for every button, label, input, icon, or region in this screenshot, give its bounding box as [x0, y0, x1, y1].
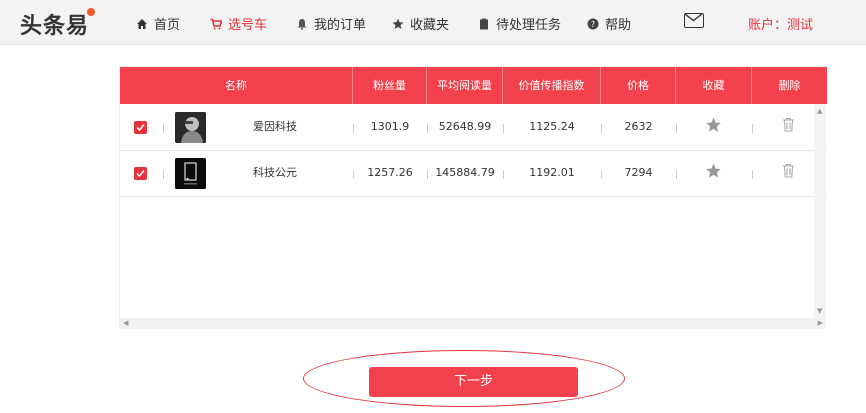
avg-read-count: 145884.79 — [435, 166, 495, 179]
column-separator — [676, 124, 677, 133]
account-link[interactable]: 账户：测试 — [748, 14, 813, 33]
nav-cart[interactable]: 选号车 — [210, 14, 267, 33]
scroll-left-arrow-icon[interactable]: ◀ — [123, 319, 128, 327]
scroll-down-arrow-icon[interactable]: ▼ — [817, 307, 822, 315]
favorite-star-icon[interactable] — [705, 163, 722, 179]
nav-pending-tasks-label: 待处理任务 — [496, 18, 562, 33]
table-row: 爱因科技 1301.9 52648.99 1125.24 2632 — [120, 104, 827, 151]
column-header-price: 价格 — [601, 67, 676, 104]
value-index: 1125.24 — [529, 120, 575, 133]
column-header-value-index: 价值传播指数 — [503, 67, 601, 104]
nav-help-label: 帮助 — [605, 18, 632, 33]
logo-text: 头条易 — [20, 14, 90, 39]
bell-icon — [297, 18, 307, 29]
nav-cart-label: 选号车 — [228, 18, 268, 33]
logo[interactable]: 头条易 — [20, 8, 96, 40]
nav-orders[interactable]: 我的订单 — [296, 14, 366, 33]
next-step-button[interactable]: 下一步 — [369, 367, 578, 397]
table-header: 名称 粉丝量 平均阅读量 价值传播指数 价格 收藏 删除 — [120, 67, 827, 104]
column-header-fans: 粉丝量 — [353, 67, 427, 104]
home-icon — [137, 18, 147, 29]
nav-favorites[interactable]: 收藏夹 — [392, 14, 449, 33]
price: 7294 — [624, 166, 653, 179]
nav-favorites-label: 收藏夹 — [410, 18, 450, 33]
svg-text:?: ? — [591, 20, 595, 29]
column-header-name: 名称 — [120, 67, 353, 104]
column-header-favorite: 收藏 — [676, 67, 752, 104]
column-header-delete: 删除 — [778, 79, 801, 92]
nav-orders-label: 我的订单 — [314, 18, 367, 33]
nav-pending-tasks[interactable]: 待处理任务 — [478, 14, 561, 33]
nav-help[interactable]: ? 帮助 — [587, 14, 631, 33]
vertical-scrollbar[interactable]: ▲ ▼ — [814, 104, 826, 318]
account-avatar — [175, 112, 206, 143]
logo-dot — [87, 8, 96, 16]
clipboard-icon — [480, 18, 488, 29]
column-separator — [752, 124, 753, 133]
fans-count: 1301.9 — [370, 120, 410, 133]
delete-trash-icon[interactable] — [782, 163, 795, 178]
favorite-star-icon[interactable] — [705, 117, 722, 133]
column-header-avg-read: 平均阅读量 — [427, 67, 503, 104]
scroll-up-arrow-icon[interactable]: ▲ — [817, 107, 822, 115]
delete-trash-icon[interactable] — [782, 117, 795, 132]
column-separator — [163, 124, 164, 133]
column-separator — [163, 170, 164, 179]
table-row: 科技公元 1257.26 145884.79 1192.01 7294 — [120, 150, 827, 197]
selected-accounts-table: 名称 粉丝量 平均阅读量 价值传播指数 价格 收藏 删除 爱因科技 1301.9… — [119, 66, 827, 329]
value-index: 1192.01 — [529, 166, 575, 179]
column-separator — [752, 170, 753, 179]
row-checkbox[interactable] — [134, 121, 147, 134]
top-navigation-bar: 头条易 首页 选号车 我的订单 收藏夹 待处理任务 ? 帮助 账户：测试 — [0, 0, 866, 45]
account-name[interactable]: 科技公元 — [240, 150, 310, 196]
fans-count: 1257.26 — [367, 166, 413, 179]
help-icon: ? — [587, 18, 599, 29]
avg-read-count: 52648.99 — [438, 120, 492, 133]
price: 2632 — [624, 120, 653, 133]
account-avatar — [175, 158, 206, 189]
horizontal-scrollbar[interactable]: ◀ ▶ — [120, 318, 826, 329]
cart-icon — [210, 18, 222, 29]
nav-home-label: 首页 — [154, 18, 181, 33]
column-separator — [676, 170, 677, 179]
mail-icon[interactable] — [684, 13, 704, 28]
scroll-right-arrow-icon[interactable]: ▶ — [818, 319, 823, 327]
account-name[interactable]: 爱因科技 — [240, 104, 310, 150]
star-icon — [392, 18, 404, 29]
nav-home[interactable]: 首页 — [136, 14, 180, 33]
row-checkbox[interactable] — [134, 167, 147, 180]
